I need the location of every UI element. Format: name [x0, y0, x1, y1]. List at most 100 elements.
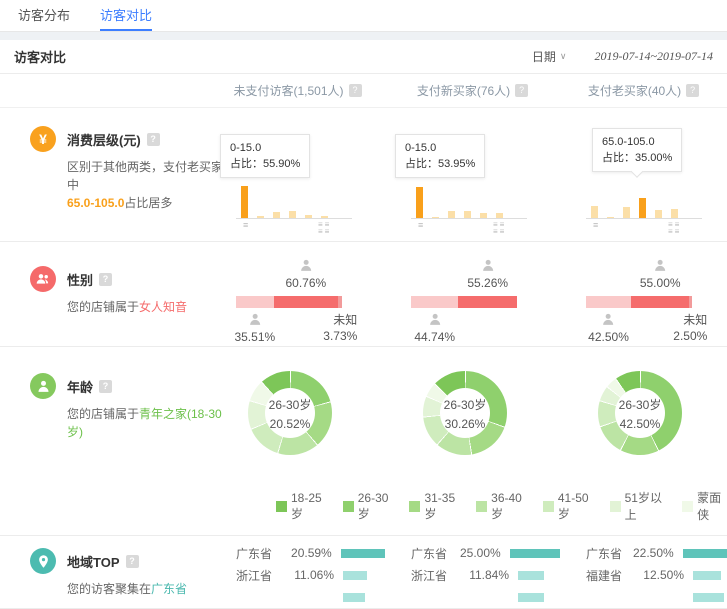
tooltip-range: 0-15.0	[405, 140, 475, 156]
tooltip-range: 65.0-105.0	[602, 134, 672, 150]
tab-visitor-comparison[interactable]: 访客对比	[100, 0, 152, 31]
unknown-label: 未知	[673, 312, 707, 328]
gender-desc-prefix: 您的店铺属于	[67, 300, 139, 314]
section-region-top: 地域TOP ? 您的访客聚集在广东省 广东省20.59%浙江省11.06%广东省…	[0, 536, 727, 609]
donut-center-label: 26-30岁42.50%	[615, 388, 665, 438]
male-icon	[427, 312, 442, 327]
bar	[305, 215, 312, 218]
region-bar	[693, 571, 721, 580]
region-bar	[341, 549, 385, 558]
female-segment	[274, 296, 338, 308]
region-bar	[343, 571, 367, 580]
legend-label: 41-50岁	[558, 491, 594, 522]
donut-center-percent: 20.52%	[270, 417, 311, 431]
bar	[655, 210, 662, 218]
tab-bar: 访客分布 访客对比	[0, 0, 727, 32]
legend-item-5: 51岁以上	[610, 489, 667, 523]
region-bar	[518, 593, 544, 602]
help-icon[interactable]: ?	[349, 84, 362, 97]
help-icon[interactable]: ?	[99, 380, 112, 393]
legend-swatch	[610, 501, 621, 512]
gender-chart-1[interactable]: 55.26% 44.74%	[385, 242, 560, 346]
coin-stack-icon: ≡≡≡≡	[318, 221, 329, 235]
male-label-group: 35.51%	[234, 312, 275, 344]
region-left-block: 地域TOP ? 您的访客聚集在广东省	[0, 536, 210, 608]
bar	[591, 206, 598, 219]
consumption-title: 消费层级(元)	[67, 130, 141, 149]
tab-visitor-distribution[interactable]: 访客分布	[18, 0, 70, 31]
region-row: 广东省20.59%	[210, 542, 385, 564]
region-chart-1: 广东省25.00%浙江省11.84%	[385, 536, 560, 608]
date-range-picker[interactable]: 2019-07-14~2019-07-14	[595, 49, 713, 64]
legend-item-1: 26-30岁	[343, 491, 394, 522]
person-icon	[30, 373, 56, 399]
age-donut-chart[interactable]: 26-30岁20.52%	[248, 371, 332, 455]
age-donut-chart[interactable]: 26-30岁30.26%	[423, 371, 507, 455]
chart-tooltip: 65.0-105.0占比：35.00%	[592, 128, 682, 172]
age-donut-chart[interactable]: 26-30岁42.50%	[598, 371, 682, 455]
bar	[289, 211, 296, 218]
region-bar	[510, 549, 560, 558]
gender-left-block: 性别 ? 您的店铺属于女人知音	[0, 242, 210, 346]
coin-icon: ≡	[418, 221, 423, 229]
yuan-icon: ¥	[30, 126, 56, 152]
column-header-label: 支付老买家(40人)	[588, 82, 681, 99]
help-icon[interactable]: ?	[686, 84, 699, 97]
unknown-percent: 3.73%	[323, 328, 357, 344]
region-bar	[343, 593, 365, 602]
consumption-chart-2[interactable]: 65.0-105.0占比：35.00%≡≡≡≡≡	[560, 108, 727, 241]
yuan-glyph: ¥	[39, 131, 47, 147]
donut-center-label: 26-30岁30.26%	[440, 388, 490, 438]
legend-label: 蒙面侠	[697, 489, 727, 523]
region-row: 广东省25.00%	[385, 542, 560, 564]
age-chart-2: 26-30岁42.50%	[560, 347, 727, 483]
unknown-segment	[689, 296, 692, 308]
consumption-chart-0[interactable]: 0-15.0占比：55.90% ≡≡≡≡≡	[210, 108, 385, 241]
region-percent: 20.59%	[283, 546, 332, 560]
chart-tooltip: 0-15.0占比：53.95%	[395, 134, 485, 178]
gender-desc: 您的店铺属于女人知音	[67, 298, 227, 316]
donut-center-label: 26-30岁20.52%	[265, 388, 315, 438]
region-row: 浙江省11.06%	[210, 564, 385, 586]
gender-stacked-bar	[586, 296, 692, 308]
male-percent: 44.74%	[414, 330, 455, 344]
age-chart-1: 26-30岁30.26%	[385, 347, 560, 483]
region-chart-2: 广东省22.50%福建省12.50%	[560, 536, 727, 608]
section-gender: 性别 ? 您的店铺属于女人知音 60.76%35.51%未知3.73% 55.26…	[0, 242, 727, 347]
help-icon[interactable]: ?	[147, 133, 160, 146]
region-name: 广东省	[586, 545, 629, 562]
coin-icon: ≡	[325, 228, 330, 235]
chart-tooltip: 0-15.0占比：55.90%	[220, 134, 310, 178]
help-icon[interactable]: ?	[99, 273, 112, 286]
legend-item-0: 18-25岁	[276, 491, 327, 522]
help-icon[interactable]: ?	[126, 555, 139, 568]
male-percent: 42.50%	[588, 330, 629, 344]
gender-chart-2[interactable]: 55.00%42.50%未知2.50%	[560, 242, 727, 346]
panel-header: 访客对比 日期 ∨ 2019-07-14~2019-07-14	[0, 40, 727, 74]
bar	[416, 187, 423, 218]
gender-chart-wrap: 60.76%35.51%未知3.73%	[236, 242, 342, 346]
gender-title: 性别	[67, 270, 93, 289]
tooltip-share: 占比：35.00%	[602, 150, 672, 166]
tooltip-range: 0-15.0	[230, 140, 300, 156]
region-percent: 11.06%	[284, 568, 334, 582]
male-segment	[236, 296, 274, 308]
axis-icons: ≡≡≡≡≡	[236, 221, 352, 237]
region-bar	[518, 571, 544, 580]
section-age: 年龄 ? 您的店铺属于青年之家(18-30岁) 26-30岁20.52%26-3…	[0, 347, 727, 536]
region-bar	[683, 549, 727, 558]
legend-label: 51岁以上	[625, 489, 667, 523]
region-row: 浙江省11.84%	[385, 564, 560, 586]
female-label-group: 55.26%	[467, 258, 508, 290]
legend-swatch	[476, 501, 487, 512]
unknown-label: 未知	[323, 312, 357, 328]
region-name: 广东省	[236, 545, 283, 562]
bar	[671, 209, 678, 218]
column-header-label: 未支付访客(1,501人)	[233, 82, 343, 99]
date-filter-dropdown[interactable]: 日期 ∨	[532, 48, 567, 65]
gender-chart-0[interactable]: 60.76%35.51%未知3.73%	[210, 242, 385, 346]
help-icon[interactable]: ?	[515, 84, 528, 97]
bar	[273, 212, 280, 218]
consumption-chart-1[interactable]: 0-15.0占比：53.95%≡≡≡≡≡	[385, 108, 560, 241]
region-desc-highlight: 广东省	[151, 582, 187, 596]
